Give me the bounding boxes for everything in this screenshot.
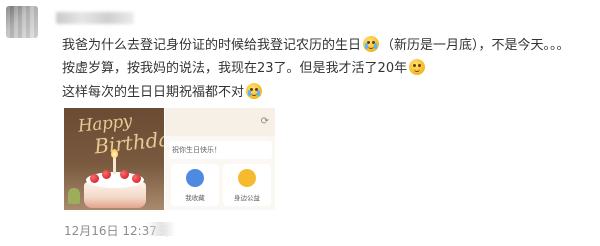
post-text-line-2: 按虚岁算，按我妈的说法，我现在23了。但是我才活了20年 bbox=[62, 59, 427, 79]
post-text-line-1-main: 我爸为什么去登记身份证的时候给我登记农历的生日 bbox=[62, 38, 362, 53]
post-text-line-1-tail: （新历是一月底），不是今天。。。 bbox=[381, 38, 570, 53]
candle bbox=[113, 156, 116, 174]
crying-face-icon bbox=[363, 36, 380, 52]
post-text-line-2-main: 按虚岁算，按我妈的说法，我现在23了。但是我才活了20年 bbox=[62, 61, 408, 76]
post-text-line-3-main: 这样每次的生日日期祝福都不对 bbox=[62, 85, 245, 100]
user-avatar[interactable] bbox=[6, 6, 38, 38]
post-text-line-3: 这样每次的生日日期祝福都不对 bbox=[62, 83, 264, 103]
username-redacted bbox=[56, 12, 134, 24]
source-redacted bbox=[146, 222, 176, 236]
strawberry bbox=[90, 174, 99, 183]
strawberry bbox=[120, 170, 129, 179]
candle-flame bbox=[111, 149, 118, 158]
post-text-line-1: 我爸为什么去登记身份证的时候给我登记农历的生日 （新历是一月底），不是今天。。。 bbox=[62, 36, 570, 56]
smirk-face-icon bbox=[409, 59, 426, 75]
strawberry bbox=[102, 170, 111, 179]
plant-decoration bbox=[68, 188, 80, 204]
strawberry bbox=[132, 174, 141, 183]
birthday-cake-photo[interactable]: Happy Birthday bbox=[64, 108, 164, 210]
app-screenshot-image[interactable]: ⟳ 祝你生日快乐！ 我收藏 身边公益 bbox=[165, 108, 275, 210]
tearful-face-icon bbox=[246, 83, 263, 99]
